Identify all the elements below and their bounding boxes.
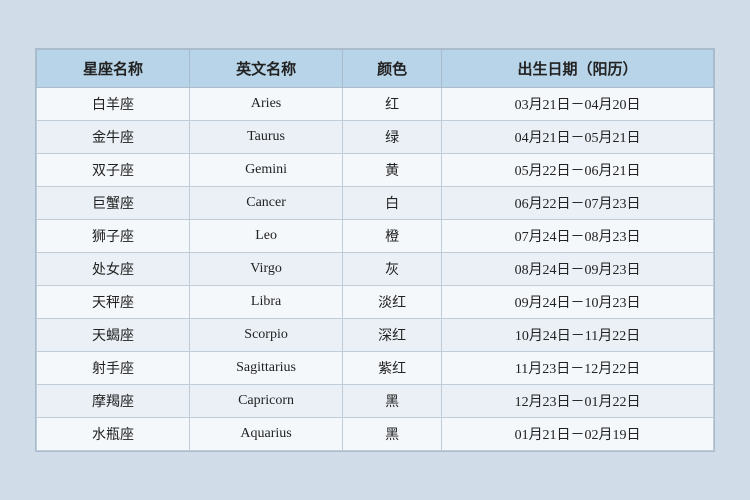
cell-chinese-name: 白羊座 (37, 88, 190, 121)
cell-color: 白 (343, 187, 442, 220)
header-color: 颜色 (343, 50, 442, 88)
cell-date: 09月24日－10月23日 (442, 286, 714, 319)
cell-color: 红 (343, 88, 442, 121)
cell-chinese-name: 射手座 (37, 352, 190, 385)
cell-color: 灰 (343, 253, 442, 286)
table-row: 巨蟹座Cancer白06月22日－07月23日 (37, 187, 714, 220)
cell-chinese-name: 处女座 (37, 253, 190, 286)
cell-chinese-name: 巨蟹座 (37, 187, 190, 220)
cell-english-name: Virgo (190, 253, 343, 286)
cell-date: 03月21日－04月20日 (442, 88, 714, 121)
cell-english-name: Leo (190, 220, 343, 253)
cell-english-name: Aries (190, 88, 343, 121)
cell-english-name: Taurus (190, 121, 343, 154)
cell-color: 紫红 (343, 352, 442, 385)
cell-english-name: Gemini (190, 154, 343, 187)
cell-color: 淡红 (343, 286, 442, 319)
cell-chinese-name: 摩羯座 (37, 385, 190, 418)
zodiac-table: 星座名称 英文名称 颜色 出生日期（阳历） 白羊座Aries红03月21日－04… (36, 49, 714, 451)
cell-date: 01月21日－02月19日 (442, 418, 714, 451)
cell-date: 06月22日－07月23日 (442, 187, 714, 220)
cell-date: 08月24日－09月23日 (442, 253, 714, 286)
header-chinese-name: 星座名称 (37, 50, 190, 88)
cell-date: 12月23日－01月22日 (442, 385, 714, 418)
cell-english-name: Scorpio (190, 319, 343, 352)
table-row: 狮子座Leo橙07月24日－08月23日 (37, 220, 714, 253)
table-row: 白羊座Aries红03月21日－04月20日 (37, 88, 714, 121)
cell-english-name: Libra (190, 286, 343, 319)
cell-date: 04月21日－05月21日 (442, 121, 714, 154)
cell-date: 11月23日－12月22日 (442, 352, 714, 385)
table-row: 处女座Virgo灰08月24日－09月23日 (37, 253, 714, 286)
header-english-name: 英文名称 (190, 50, 343, 88)
table-row: 天秤座Libra淡红09月24日－10月23日 (37, 286, 714, 319)
table-row: 天蝎座Scorpio深红10月24日－11月22日 (37, 319, 714, 352)
cell-chinese-name: 水瓶座 (37, 418, 190, 451)
header-row: 星座名称 英文名称 颜色 出生日期（阳历） (37, 50, 714, 88)
cell-chinese-name: 双子座 (37, 154, 190, 187)
cell-date: 07月24日－08月23日 (442, 220, 714, 253)
cell-english-name: Aquarius (190, 418, 343, 451)
cell-english-name: Capricorn (190, 385, 343, 418)
cell-color: 黑 (343, 418, 442, 451)
table-body: 白羊座Aries红03月21日－04月20日金牛座Taurus绿04月21日－0… (37, 88, 714, 451)
table-row: 摩羯座Capricorn黑12月23日－01月22日 (37, 385, 714, 418)
cell-date: 05月22日－06月21日 (442, 154, 714, 187)
cell-color: 深红 (343, 319, 442, 352)
cell-color: 黑 (343, 385, 442, 418)
table-row: 水瓶座Aquarius黑01月21日－02月19日 (37, 418, 714, 451)
table-header: 星座名称 英文名称 颜色 出生日期（阳历） (37, 50, 714, 88)
table-row: 金牛座Taurus绿04月21日－05月21日 (37, 121, 714, 154)
table-row: 双子座Gemini黄05月22日－06月21日 (37, 154, 714, 187)
zodiac-table-container: 星座名称 英文名称 颜色 出生日期（阳历） 白羊座Aries红03月21日－04… (35, 48, 715, 452)
cell-chinese-name: 天蝎座 (37, 319, 190, 352)
cell-date: 10月24日－11月22日 (442, 319, 714, 352)
cell-english-name: Sagittarius (190, 352, 343, 385)
cell-chinese-name: 金牛座 (37, 121, 190, 154)
cell-color: 橙 (343, 220, 442, 253)
cell-color: 黄 (343, 154, 442, 187)
cell-chinese-name: 天秤座 (37, 286, 190, 319)
cell-english-name: Cancer (190, 187, 343, 220)
table-row: 射手座Sagittarius紫红11月23日－12月22日 (37, 352, 714, 385)
cell-color: 绿 (343, 121, 442, 154)
header-date: 出生日期（阳历） (442, 50, 714, 88)
cell-chinese-name: 狮子座 (37, 220, 190, 253)
